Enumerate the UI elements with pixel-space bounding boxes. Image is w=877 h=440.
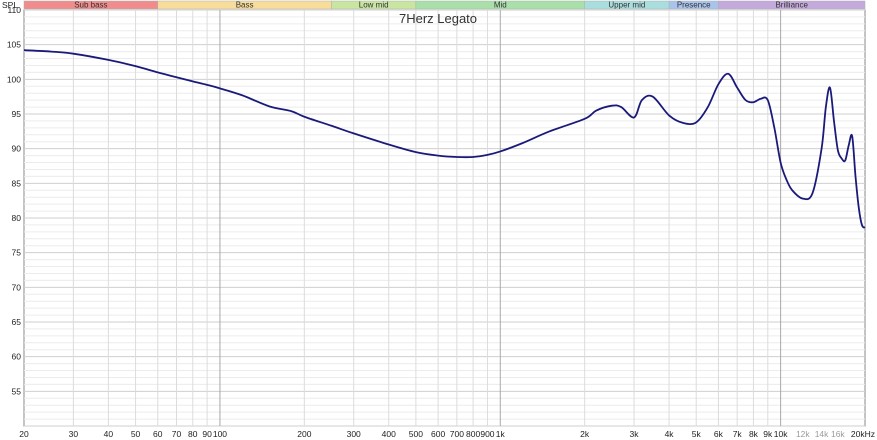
y-tick-label: 70 <box>12 282 22 292</box>
x-tick-label: 100 <box>213 429 227 439</box>
y-tick-label: 100 <box>7 74 21 84</box>
x-tick-label: 500 <box>409 429 423 439</box>
frequency-band-bar: Sub bass Bass Low mid Mid Upper mid Presence B… <box>23 1 866 10</box>
x-tick-label: 800 <box>466 429 480 439</box>
x-tick-label: 14k <box>815 429 829 439</box>
x-tick-label: 600 <box>431 429 445 439</box>
band-label: Upper mid <box>608 1 645 10</box>
x-tick-label: 700 <box>450 429 464 439</box>
x-tick-label: 9k <box>763 429 773 439</box>
y-tick-label: 95 <box>12 109 22 119</box>
x-tick-label: 80 <box>188 429 198 439</box>
band-label: Bass <box>236 1 254 10</box>
x-tick-label: 90 <box>202 429 212 439</box>
x-tick-label: 50 <box>131 429 141 439</box>
x-tick-label: 300 <box>347 429 361 439</box>
x-tick-label: 400 <box>382 429 396 439</box>
x-tick-label: 20 <box>19 429 29 439</box>
x-tick-label: 4k <box>665 429 675 439</box>
y-tick-label: 75 <box>12 248 22 258</box>
band-label: Presence <box>677 1 711 10</box>
x-tick-label: 2k <box>580 429 590 439</box>
band-label: Sub bass <box>74 1 107 10</box>
x-tick-label: 30 <box>69 429 79 439</box>
y-axis-label: SPL <box>2 0 18 10</box>
y-tick-label: 55 <box>12 386 22 396</box>
x-axis-ticks: 20 30 40 50 60 70 80 90 100 200 300 400 500 600 700 800… <box>19 429 875 439</box>
y-tick-label: 60 <box>12 352 22 362</box>
y-tick-label: 80 <box>12 213 22 223</box>
x-tick-label: 1k <box>496 429 506 439</box>
x-tick-label: 70 <box>172 429 182 439</box>
band-label: Brilliance <box>775 1 808 10</box>
x-tick-label: 20kHz <box>851 429 875 439</box>
y-tick-label: 90 <box>12 144 22 154</box>
x-tick-label: 40 <box>104 429 114 439</box>
x-tick-label: 10k <box>774 429 788 439</box>
band-label: Low mid <box>359 1 389 10</box>
x-tick-label: 200 <box>297 429 311 439</box>
gridlines <box>24 9 865 427</box>
x-tick-label: 8k <box>749 429 759 439</box>
chart-title: 7Herz Legato <box>399 11 477 26</box>
x-tick-label: 6k <box>714 429 724 439</box>
x-tick-label: 12k <box>796 429 810 439</box>
x-tick-label: 3k <box>630 429 640 439</box>
y-axis-ticks: 556065707580859095100105110 <box>7 5 21 396</box>
x-tick-label: 7k <box>733 429 743 439</box>
x-tick-label: 60 <box>153 429 163 439</box>
x-tick-label: 5k <box>692 429 702 439</box>
x-tick-label: 16k <box>831 429 845 439</box>
y-tick-label: 105 <box>7 40 21 50</box>
y-tick-label: 85 <box>12 178 22 188</box>
band-label: Mid <box>494 1 507 10</box>
x-tick-label: 900 <box>480 429 494 439</box>
y-tick-label: 65 <box>12 317 22 327</box>
frequency-response-chart: Sub bass Bass Low mid Mid Upper mid Presence B… <box>2 0 875 439</box>
